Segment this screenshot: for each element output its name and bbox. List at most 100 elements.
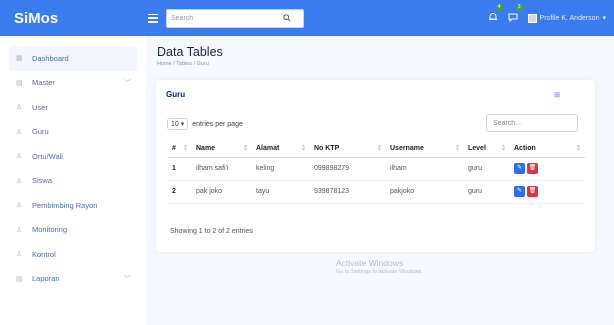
hamburger-icon[interactable] — [148, 13, 158, 23]
card-title: Guru — [166, 90, 186, 99]
cell-name: ilham safi'i — [192, 157, 252, 181]
trash-icon: 🗑 — [528, 188, 537, 194]
sidebar-item-label: User — [32, 102, 48, 112]
person-icon: ♙ — [16, 128, 23, 136]
page-title: Data Tables — [157, 45, 223, 59]
cell-username: ilham — [386, 157, 464, 181]
person-icon: ♙ — [16, 251, 23, 259]
menu-icon: ▤ — [16, 79, 23, 87]
cell-alamat: tayu — [252, 180, 310, 204]
sort-icon: ▲ ▼ — [377, 143, 382, 153]
cell-ktp: 939878123 — [310, 180, 386, 204]
cell-alamat: keling — [252, 157, 310, 181]
sidebar-item-label: Siswa — [32, 176, 53, 186]
delete-button[interactable]: 🗑 — [527, 163, 538, 174]
cell-no: 1 — [168, 157, 192, 181]
sidebar-item-pembimbing-rayon[interactable]: ♙ Pembimbing Rayon — [9, 193, 137, 218]
chevron-down-icon: ▾ — [180, 121, 185, 128]
sidebar-item-label: Guru — [32, 127, 49, 137]
column-header-name[interactable]: Name ▲ ▼ — [192, 140, 252, 158]
search-input[interactable] — [171, 14, 283, 22]
sidebar-item-label: Master — [32, 78, 55, 88]
cell-no: 2 — [168, 180, 192, 204]
entries-value: 10 — [171, 121, 179, 128]
sort-icon: ▲ ▼ — [183, 143, 188, 153]
person-icon: ♙ — [16, 226, 23, 234]
column-header-alamat[interactable]: Alamat ▲ ▼ — [252, 140, 310, 158]
column-header-no[interactable]: # ▲ ▼ — [168, 140, 192, 158]
sidebar-item-label: Ortu/Wali — [32, 151, 63, 161]
expand-icon[interactable]: ⊞ — [554, 91, 560, 99]
sidebar-item-ortu-wali[interactable]: ♙ Ortu/Wali — [9, 144, 137, 169]
app-logo[interactable]: SiMos — [0, 10, 146, 27]
table-header-row: # ▲ ▼ Name ▲ ▼ Alamat ▲ ▼ No KTP ▲ ▼ Username ▲ ▼ … — [168, 140, 585, 158]
entries-label: entries per page — [192, 120, 243, 128]
breadcrumb[interactable]: Home / Tables / Guru — [157, 61, 209, 67]
header-search — [166, 8, 304, 28]
header-right: 4 3 Profile K. Anderson ▾ — [488, 4, 614, 27]
column-header-no-ktp[interactable]: No KTP ▲ ▼ — [310, 140, 386, 158]
sidebar-item-guru[interactable]: ♙ Guru — [9, 120, 137, 145]
profile-name: Profile K. Anderson — [539, 14, 600, 22]
menu-icon: ▤ — [16, 275, 23, 283]
activation-watermark: Activate Windows Go to Settings to activ… — [336, 258, 423, 275]
sort-icon: ▲ ▼ — [501, 143, 506, 153]
sort-icon: ▲ ▼ — [455, 143, 460, 153]
pencil-icon: ✎ — [516, 165, 523, 171]
chevron-down-icon: ﹀ — [124, 79, 131, 87]
cell-level: guru — [464, 180, 510, 204]
cell-ktp: 099898279 — [310, 157, 386, 181]
sidebar-item-laporan[interactable]: ▤ Laporan ﹀ — [9, 267, 137, 292]
sidebar-item-monitoring[interactable]: ♙ Monitoring — [9, 218, 137, 243]
table-row: 2 pak joko tayu 939878123 pakjoko guru ✎… — [168, 180, 585, 204]
sidebar-item-label: Monitoring — [32, 225, 68, 235]
edit-button[interactable]: ✎ — [514, 163, 525, 174]
avatar — [527, 13, 537, 23]
bell-icon[interactable]: 4 — [488, 4, 503, 27]
sidebar-item-user[interactable]: ♙ User — [9, 95, 137, 120]
delete-button[interactable]: 🗑 — [527, 186, 538, 197]
person-icon: ♙ — [16, 177, 23, 185]
sidebar-item-kontrol[interactable]: ♙ Kontrol — [9, 242, 137, 267]
watermark-line-1: Activate Windows — [336, 258, 404, 268]
sidebar-item-dashboard[interactable]: ▦ Dashboard — [9, 46, 137, 71]
guru-table: # ▲ ▼ Name ▲ ▼ Alamat ▲ ▼ No KTP ▲ ▼ Username ▲ ▼ … — [168, 140, 585, 204]
watermark-line-2: Go to Settings to activate Windows. — [336, 269, 423, 275]
column-header-username[interactable]: Username ▲ ▼ — [386, 140, 464, 158]
cell-name: pak joko — [192, 180, 252, 204]
sort-icon: ▲ ▼ — [576, 143, 581, 153]
top-header: SiMos 4 3 Profile K. Anderson ▾ — [0, 0, 614, 36]
sidebar-item-siswa[interactable]: ♙ Siswa — [9, 169, 137, 194]
person-icon: ♙ — [16, 104, 23, 112]
person-icon: ♙ — [16, 153, 23, 161]
sidebar-item-label: Laporan — [32, 274, 60, 284]
main-content: Data Tables Home / Tables / Guru Guru ⊞ … — [146, 36, 614, 325]
column-header-action[interactable]: Action ▲ ▼ — [510, 140, 585, 158]
chat-icon[interactable]: 3 — [508, 4, 523, 27]
edit-button[interactable]: ✎ — [514, 186, 525, 197]
chevron-down-icon: ▾ — [602, 15, 606, 22]
table-row: 1 ilham safi'i keling 099898279 ilham gu… — [168, 157, 585, 181]
entries-length: 10 ▾ entries per page — [167, 118, 243, 130]
search-icon[interactable] — [283, 14, 291, 22]
pencil-icon: ✎ — [516, 188, 523, 194]
sidebar-item-label: Pembimbing Rayon — [32, 200, 98, 210]
sidebar-item-label: Dashboard — [32, 53, 69, 63]
sidebar-item-master[interactable]: ▤ Master ﹀ — [9, 71, 137, 96]
cell-action: ✎ 🗑 — [510, 180, 585, 204]
column-header-level[interactable]: Level ▲ ▼ — [464, 140, 510, 158]
cell-action: ✎ 🗑 — [510, 157, 585, 181]
notification-badge: 4 — [495, 4, 503, 11]
message-badge: 3 — [515, 4, 523, 11]
table-info: Showing 1 to 2 of 2 entries — [170, 228, 253, 235]
guru-card: Guru ⊞ 10 ▾ entries per page #▲▼ Name▲▼ … — [156, 80, 595, 252]
sidebar: ▦ Dashboard ▤ Master ﹀ ♙ User ♙ Guru ♙ Ortu/Wa… — [0, 36, 146, 325]
chevron-down-icon: ﹀ — [124, 275, 131, 283]
entries-select[interactable]: 10 ▾ — [167, 118, 189, 130]
cell-level: guru — [464, 157, 510, 181]
table-search-input[interactable] — [486, 114, 578, 132]
sidebar-item-label: Kontrol — [32, 249, 56, 259]
sort-icon: ▲ ▼ — [301, 143, 306, 153]
sort-icon: ▲ ▼ — [243, 143, 248, 153]
profile-menu[interactable]: Profile K. Anderson ▾ — [527, 13, 606, 23]
